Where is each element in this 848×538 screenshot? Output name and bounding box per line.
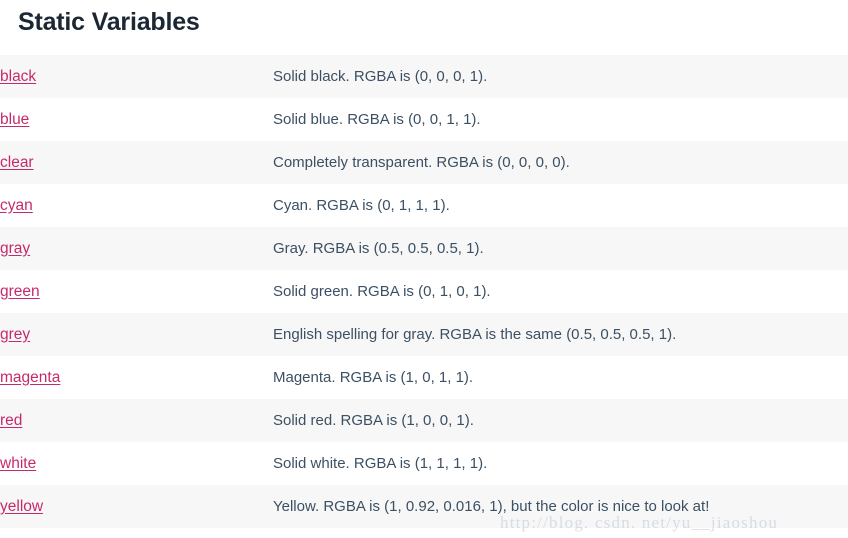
variable-description-cell: Magenta. RGBA is (1, 0, 1, 1). (273, 368, 474, 386)
static-variables-table: black Solid black. RGBA is (0, 0, 0, 1). b… (0, 55, 848, 528)
variable-link-blue[interactable]: blue (0, 111, 29, 128)
table-row: grey English spelling for gray. RGBA is t… (0, 313, 848, 356)
variable-link-black[interactable]: black (0, 68, 36, 85)
variable-description-cell: Solid green. RGBA is (0, 1, 0, 1). (273, 282, 491, 300)
variable-link-yellow[interactable]: yellow (0, 498, 43, 515)
table-row: black Solid black. RGBA is (0, 0, 0, 1). (0, 55, 848, 98)
table-row: blue Solid blue. RGBA is (0, 0, 1, 1). (0, 98, 848, 141)
table-row: red Solid red. RGBA is (1, 0, 0, 1). (0, 399, 848, 442)
variable-link-cyan[interactable]: cyan (0, 197, 33, 214)
variable-name-cell: green (0, 270, 273, 313)
variable-name-cell: red (0, 399, 273, 442)
variable-name-cell: black (0, 55, 273, 98)
table-row: cyan Cyan. RGBA is (0, 1, 1, 1). (0, 184, 848, 227)
variable-link-green[interactable]: green (0, 283, 40, 300)
variable-link-clear[interactable]: clear (0, 154, 34, 171)
variable-description-cell: Solid black. RGBA is (0, 0, 0, 1). (273, 67, 488, 85)
variable-name-cell: blue (0, 98, 273, 141)
static-variables-table-body: black Solid black. RGBA is (0, 0, 0, 1). b… (0, 55, 848, 528)
table-row: yellow Yellow. RGBA is (1, 0.92, 0.016, 1… (0, 485, 848, 528)
variable-description-cell: Completely transparent. RGBA is (0, 0, 0… (273, 153, 570, 171)
variable-name-cell: gray (0, 227, 273, 270)
table-row: green Solid green. RGBA is (0, 1, 0, 1). (0, 270, 848, 313)
variable-name-cell: magenta (0, 356, 273, 399)
variable-name-cell: clear (0, 141, 273, 184)
variable-link-red[interactable]: red (0, 412, 22, 429)
variable-name-cell: white (0, 442, 273, 485)
variable-name-cell: cyan (0, 184, 273, 227)
variable-description-cell: Solid white. RGBA is (1, 1, 1, 1). (273, 454, 488, 472)
variable-name-cell: grey (0, 313, 273, 356)
variable-description-cell: English spelling for gray. RGBA is the s… (273, 325, 677, 343)
variable-link-white[interactable]: white (0, 455, 36, 472)
page-title: Static Variables (18, 8, 200, 36)
variable-name-cell: yellow (0, 485, 273, 528)
variable-description-cell: Cyan. RGBA is (0, 1, 1, 1). (273, 196, 450, 214)
variable-link-gray[interactable]: gray (0, 240, 30, 257)
table-row: white Solid white. RGBA is (1, 1, 1, 1). (0, 442, 848, 485)
variable-link-grey[interactable]: grey (0, 326, 30, 343)
table-row: magenta Magenta. RGBA is (1, 0, 1, 1). (0, 356, 848, 399)
table-row: gray Gray. RGBA is (0.5, 0.5, 0.5, 1). (0, 227, 848, 270)
variable-description-cell: Solid red. RGBA is (1, 0, 0, 1). (273, 411, 474, 429)
static-variables-table-wrapper: black Solid black. RGBA is (0, 0, 0, 1). b… (0, 55, 848, 528)
variable-description-cell: Yellow. RGBA is (1, 0.92, 0.016, 1), but… (273, 497, 710, 515)
variable-link-magenta[interactable]: magenta (0, 369, 60, 386)
variable-description-cell: Solid blue. RGBA is (0, 0, 1, 1). (273, 110, 481, 128)
variable-description-cell: Gray. RGBA is (0.5, 0.5, 0.5, 1). (273, 239, 484, 257)
table-row: clear Completely transparent. RGBA is (0,… (0, 141, 848, 184)
